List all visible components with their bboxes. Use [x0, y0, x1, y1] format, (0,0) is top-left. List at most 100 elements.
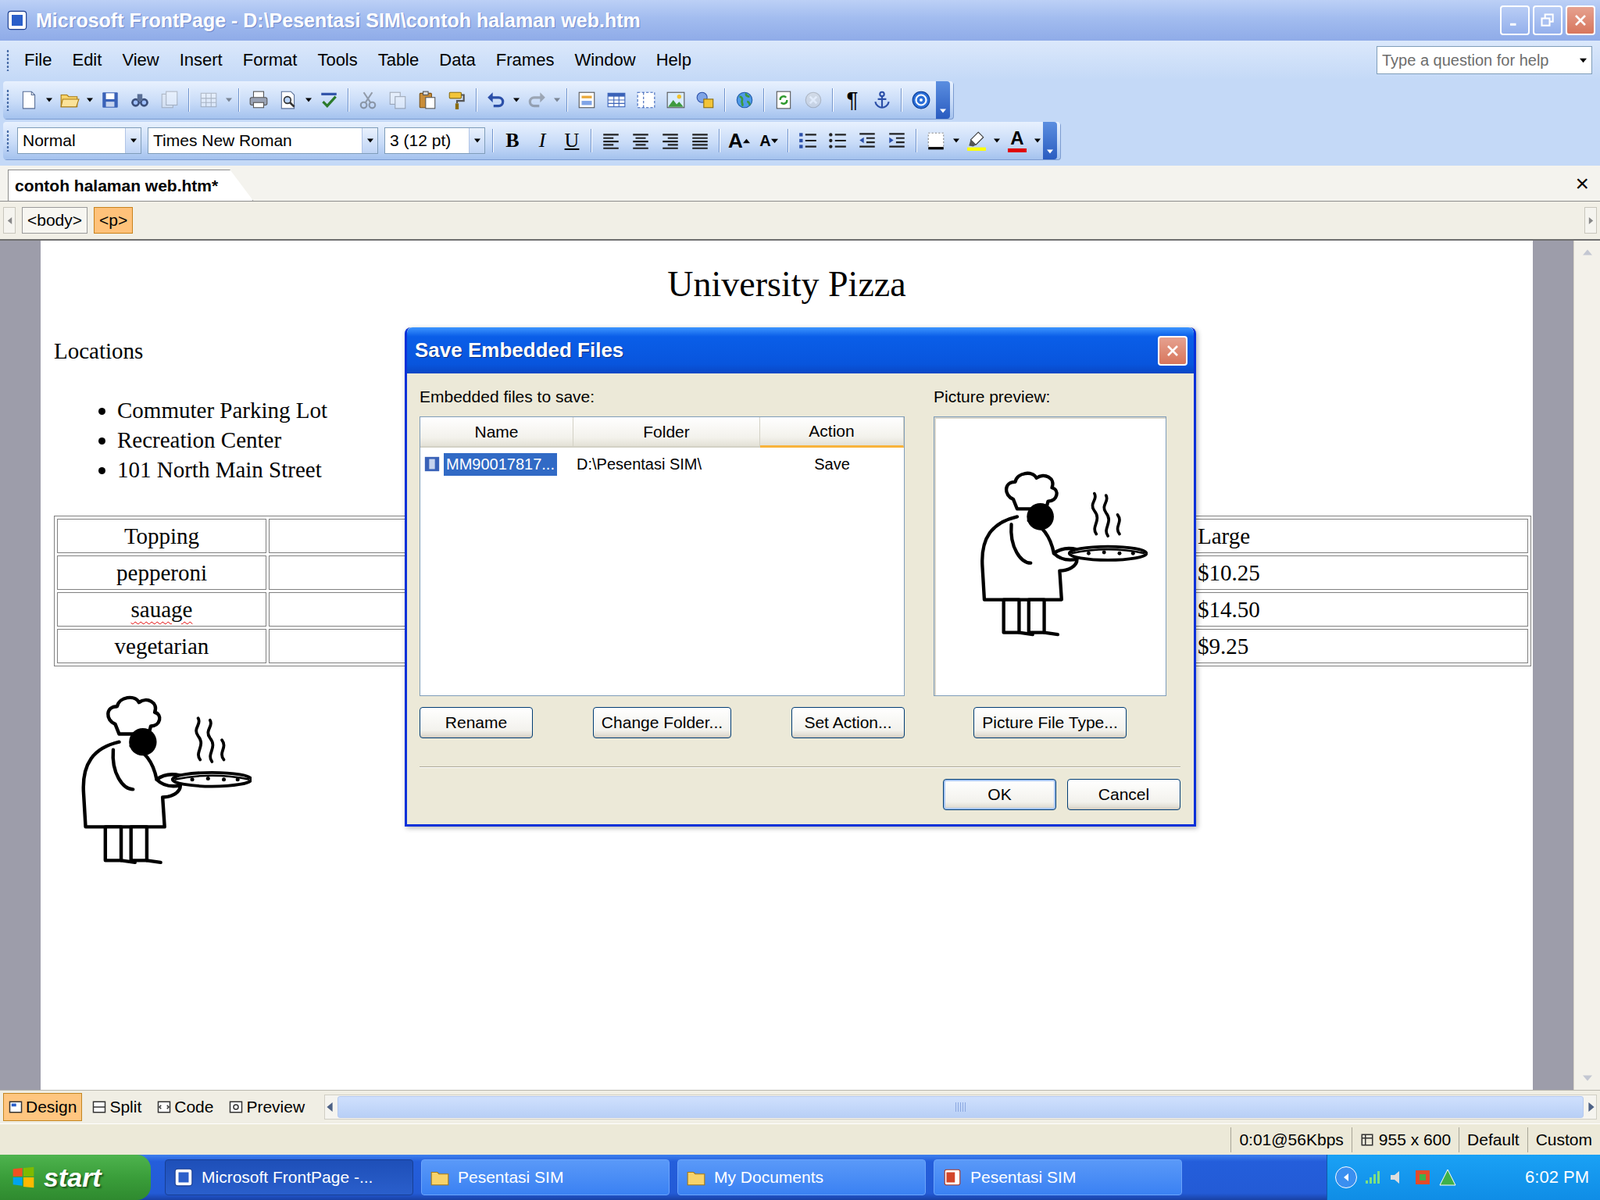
- style-combo[interactable]: Normal: [17, 127, 142, 154]
- italic-button[interactable]: I: [527, 125, 558, 157]
- tag-chip[interactable]: <p>: [93, 207, 133, 234]
- frame-button[interactable]: [631, 84, 661, 116]
- view-tab[interactable]: Code: [151, 1092, 219, 1122]
- dropdown-arrow[interactable]: [551, 84, 563, 116]
- dialog-button[interactable]: Set Action...: [791, 707, 905, 739]
- document-tab[interactable]: contoh halaman web.htm*: [7, 169, 254, 201]
- minimize-button[interactable]: [1500, 5, 1530, 36]
- table-cell[interactable]: pepperoni: [57, 555, 267, 590]
- close-button[interactable]: [1565, 5, 1596, 36]
- menu-item[interactable]: Table: [367, 45, 430, 75]
- bullet-list-button[interactable]: [822, 125, 853, 157]
- menu-item[interactable]: Edit: [61, 45, 112, 75]
- layer-button[interactable]: [571, 84, 602, 116]
- border-button[interactable]: [921, 125, 951, 157]
- menu-item[interactable]: Insert: [169, 45, 233, 75]
- horizontal-scrollbar[interactable]: [324, 1094, 1597, 1120]
- picture-file-type-button[interactable]: Picture File Type...: [973, 707, 1127, 739]
- dropdown-arrow[interactable]: [43, 84, 55, 116]
- dialog-button[interactable]: Rename: [419, 707, 533, 739]
- outdent-button[interactable]: [852, 125, 883, 157]
- toolbar-grip[interactable]: [6, 129, 10, 152]
- dialog-button[interactable]: Cancel: [1067, 778, 1181, 811]
- size-combo[interactable]: 3 (12 pt): [384, 127, 486, 154]
- view-tab[interactable]: Preview: [223, 1092, 311, 1122]
- table-cell[interactable]: vegetarian: [57, 628, 267, 664]
- dropdown-arrow[interactable]: [303, 84, 315, 116]
- numbered-list-button[interactable]: [792, 125, 823, 157]
- menu-grip[interactable]: [6, 49, 10, 72]
- anchor-button[interactable]: [867, 84, 897, 116]
- table-cell[interactable]: Topping: [57, 518, 267, 554]
- start-button[interactable]: start: [0, 1154, 151, 1200]
- scroll-up-button[interactable]: [1574, 240, 1600, 265]
- file-row[interactable]: MM90017817...D:\Pesentasi SIM\Save: [420, 449, 904, 479]
- tray-expand-button[interactable]: [1335, 1166, 1358, 1189]
- menu-item[interactable]: Help: [646, 45, 702, 75]
- toolbar-options[interactable]: [1042, 121, 1058, 160]
- grow-font-button[interactable]: A: [724, 125, 754, 157]
- file-list[interactable]: NameFolderActionMM90017817...D:\Pesentas…: [419, 416, 905, 697]
- table-button[interactable]: [601, 84, 632, 116]
- align-right-button[interactable]: [655, 125, 686, 157]
- view-tab[interactable]: Split: [86, 1092, 147, 1122]
- search-button[interactable]: [125, 84, 155, 116]
- vertical-scrollbar[interactable]: [1573, 240, 1600, 1090]
- task-button[interactable]: Microsoft FrontPage -...: [164, 1159, 414, 1196]
- dropdown-arrow[interactable]: [991, 125, 1003, 157]
- brush-button[interactable]: [442, 84, 472, 116]
- menu-item[interactable]: File: [14, 45, 62, 75]
- stop-button[interactable]: [798, 84, 829, 116]
- column-header[interactable]: Action: [760, 417, 904, 448]
- table-cell[interactable]: $9.25: [1192, 628, 1529, 664]
- dropdown-arrow[interactable]: [223, 84, 235, 116]
- dialog-close-button[interactable]: [1157, 335, 1188, 366]
- task-button[interactable]: My Documents: [677, 1159, 926, 1196]
- drawing-button[interactable]: [690, 84, 721, 116]
- column-header[interactable]: Folder: [573, 417, 761, 448]
- open-button[interactable]: [54, 84, 85, 116]
- task-button[interactable]: Pesentasi SIM: [421, 1159, 670, 1196]
- toolbar-options[interactable]: [935, 81, 950, 119]
- column-header[interactable]: Name: [420, 417, 574, 448]
- tag-scroll-right[interactable]: [1584, 207, 1597, 234]
- menu-item[interactable]: View: [111, 45, 169, 75]
- highlight-button[interactable]: [961, 125, 992, 157]
- menu-item[interactable]: Window: [564, 45, 646, 75]
- menu-item[interactable]: Data: [428, 45, 486, 75]
- web-button[interactable]: [729, 84, 760, 116]
- menu-item[interactable]: Tools: [307, 45, 368, 75]
- pages-button[interactable]: [154, 84, 185, 116]
- align-center-button[interactable]: [625, 125, 656, 157]
- preview-button[interactable]: [273, 84, 304, 116]
- font-combo[interactable]: Times New Roman: [147, 127, 379, 154]
- dialog-button[interactable]: OK: [942, 778, 1057, 811]
- dropdown-arrow[interactable]: [1032, 125, 1043, 157]
- help-button[interactable]: [906, 84, 936, 116]
- redo-button[interactable]: [521, 84, 552, 116]
- save-button[interactable]: [95, 84, 125, 116]
- refresh-button[interactable]: [768, 84, 799, 116]
- table-cell[interactable]: Large: [1192, 518, 1529, 554]
- indent-button[interactable]: [882, 125, 912, 157]
- table-cell[interactable]: $10.25: [1192, 555, 1529, 590]
- dropdown-arrow[interactable]: [950, 125, 962, 157]
- justify-button[interactable]: [685, 125, 715, 157]
- font-color-button[interactable]: A: [1002, 125, 1033, 157]
- view-tab[interactable]: Design: [3, 1092, 83, 1122]
- undo-button[interactable]: [481, 84, 511, 116]
- menu-item[interactable]: Frames: [485, 45, 565, 75]
- print-button[interactable]: [243, 84, 274, 116]
- table-cell[interactable]: sauage: [57, 592, 267, 627]
- align-left-button[interactable]: [596, 125, 626, 157]
- paste-button[interactable]: [412, 84, 443, 116]
- toolbar-grip[interactable]: [6, 89, 10, 111]
- help-search-box[interactable]: Type a question for help: [1376, 46, 1593, 75]
- picture-button[interactable]: [660, 84, 691, 116]
- dropdown-arrow[interactable]: [84, 84, 96, 116]
- scroll-thumb[interactable]: [337, 1096, 1584, 1118]
- restore-button[interactable]: [1532, 5, 1563, 36]
- new-button[interactable]: [14, 84, 44, 116]
- cut-button[interactable]: [353, 84, 383, 116]
- chef-clipart[interactable]: [53, 694, 252, 871]
